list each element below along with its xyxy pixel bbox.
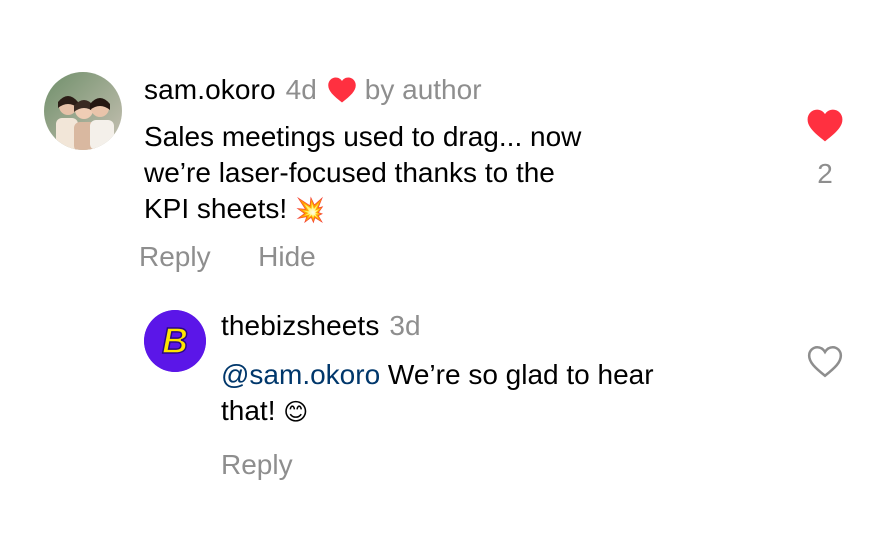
reply-header: thebizsheets 3d	[221, 308, 431, 344]
smiling-emoji: 😊	[283, 399, 309, 426]
reply-text: @sam.okoro We’re so glad to hear that! 😊	[221, 357, 654, 431]
reply-like-column	[795, 344, 855, 384]
reply-actions: Reply	[221, 449, 293, 481]
comment-actions: Reply Hide	[139, 241, 316, 273]
comment-username[interactable]: sam.okoro	[144, 74, 276, 106]
brand-logo-letter: B	[162, 320, 188, 361]
reply-text-line: We’re so glad to hear	[387, 359, 654, 390]
like-heart-outline-icon[interactable]	[806, 344, 844, 384]
reply-timestamp: 3d	[389, 310, 421, 341]
reply-username[interactable]: thebizsheets	[221, 310, 379, 342]
comment-text: Sales meetings used to drag... now we’re…	[144, 119, 581, 229]
group-photo-avatar-icon	[44, 72, 122, 150]
reply-button[interactable]: Reply	[139, 241, 211, 272]
reply-text-second-line: that! 😊	[221, 393, 654, 431]
comment-header: sam.okoro 4d by author	[144, 72, 492, 108]
mention-link[interactable]: @sam.okoro	[221, 359, 380, 390]
comment-text-line: we’re laser-focused thanks to the	[144, 157, 555, 188]
author-liked-heart-icon	[327, 76, 357, 104]
brand-logo-icon: B	[144, 310, 206, 372]
reply-text-line: that!	[221, 395, 276, 426]
comment-text-last-line: KPI sheets! 💥	[144, 191, 581, 229]
comment-timestamp: 4d	[285, 74, 317, 105]
reply-avatar[interactable]: B	[144, 310, 206, 372]
comment-text-line: KPI sheets!	[144, 193, 288, 224]
comment-like-column: 2	[795, 108, 855, 190]
like-count: 2	[817, 158, 833, 189]
reply-button[interactable]: Reply	[221, 449, 293, 480]
collision-emoji: 💥	[294, 197, 325, 224]
avatar[interactable]	[44, 72, 122, 150]
comment-text-line: Sales meetings used to drag... now	[144, 121, 582, 152]
hide-button[interactable]: Hide	[258, 241, 316, 272]
by-author-label: by author	[364, 74, 482, 105]
like-heart-filled-icon[interactable]	[806, 108, 844, 148]
reply-text-first-line: @sam.okoro We’re so glad to hear	[221, 357, 654, 393]
